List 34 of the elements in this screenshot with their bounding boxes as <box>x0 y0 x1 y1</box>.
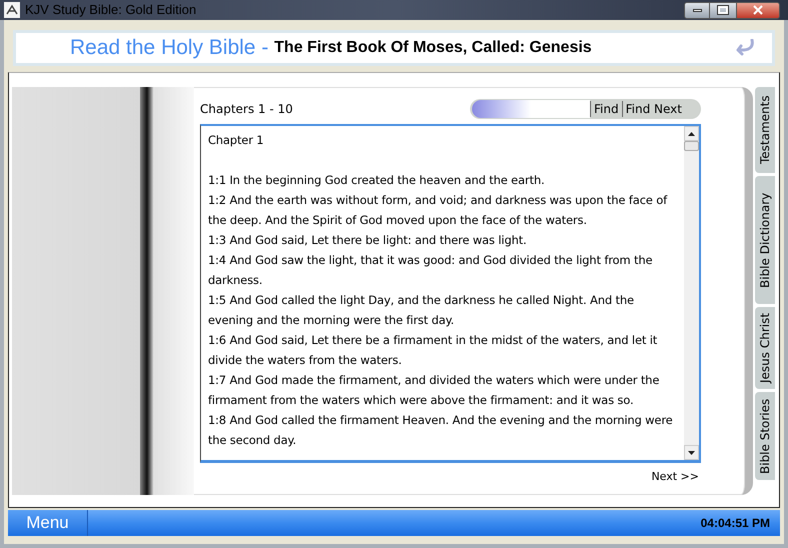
verse: 1:2 And the earth was without form, and void; and darkness was upon the face of the deep. And the Spirit of God moved upon the face of the waters. <box>208 192 668 229</box>
verse: 1:6 And God said, Let there be a firmament in the midst of the waters, and let it divide the waters from the waters. <box>208 332 658 369</box>
verse: 1:4 And God saw the light, that it was good: and God divided the light from the darkness. <box>208 252 654 289</box>
maximize-button[interactable] <box>710 2 736 18</box>
verse: 1:8 And God called the firmament Heaven. And the evening and the morning were the second day. <box>208 412 674 449</box>
window-title: KJV Study Bible: Gold Edition <box>25 1 196 20</box>
verse: 1:7 And God made the firmament, and divided the waters which were under the firmament from the waters which were above the firmament: and it was so. <box>208 372 660 409</box>
page-title: Read the Holy Bible - <box>70 35 270 62</box>
side-tab[interactable]: Bible Dictionary <box>755 176 775 304</box>
chapter-range: Chapters 1 - 10 <box>200 101 293 118</box>
side-tab[interactable]: Testaments <box>755 87 775 173</box>
scroll-up-button[interactable] <box>684 126 699 141</box>
close-button[interactable] <box>736 2 780 18</box>
verse: 1:3 And God said, Let there be light: and there was light. <box>208 232 528 249</box>
chapter-heading: Chapter 1 <box>208 132 265 149</box>
app-icon <box>4 2 20 18</box>
close-icon <box>753 5 763 15</box>
find-next-button[interactable]: Find Next <box>622 101 685 117</box>
scroll-thumb[interactable] <box>684 141 699 151</box>
next-link[interactable]: Next >> <box>651 469 699 486</box>
scrollbar[interactable] <box>684 126 699 460</box>
find-button[interactable]: Find <box>590 101 622 117</box>
verse: 1:5 And God called the light Day, and the darkness he called Night. And the evening and the morning were the first day. <box>208 292 635 329</box>
side-tab[interactable]: Bible Stories <box>755 392 775 480</box>
caret-up-icon <box>688 132 695 136</box>
scroll-down-button[interactable] <box>684 445 699 460</box>
menu-button[interactable]: Menu <box>8 510 88 536</box>
minimize-button[interactable] <box>684 2 710 18</box>
clock: 04:04:51 PM <box>700 515 770 532</box>
book-title: The First Book Of Moses, Called: Genesis <box>274 38 592 58</box>
search-field[interactable] <box>472 100 590 118</box>
caret-down-icon <box>688 450 695 454</box>
side-tab[interactable]: Jesus Christ <box>755 307 775 389</box>
verse: 1:1 In the beginning God created the heaven and the earth. <box>208 172 546 189</box>
